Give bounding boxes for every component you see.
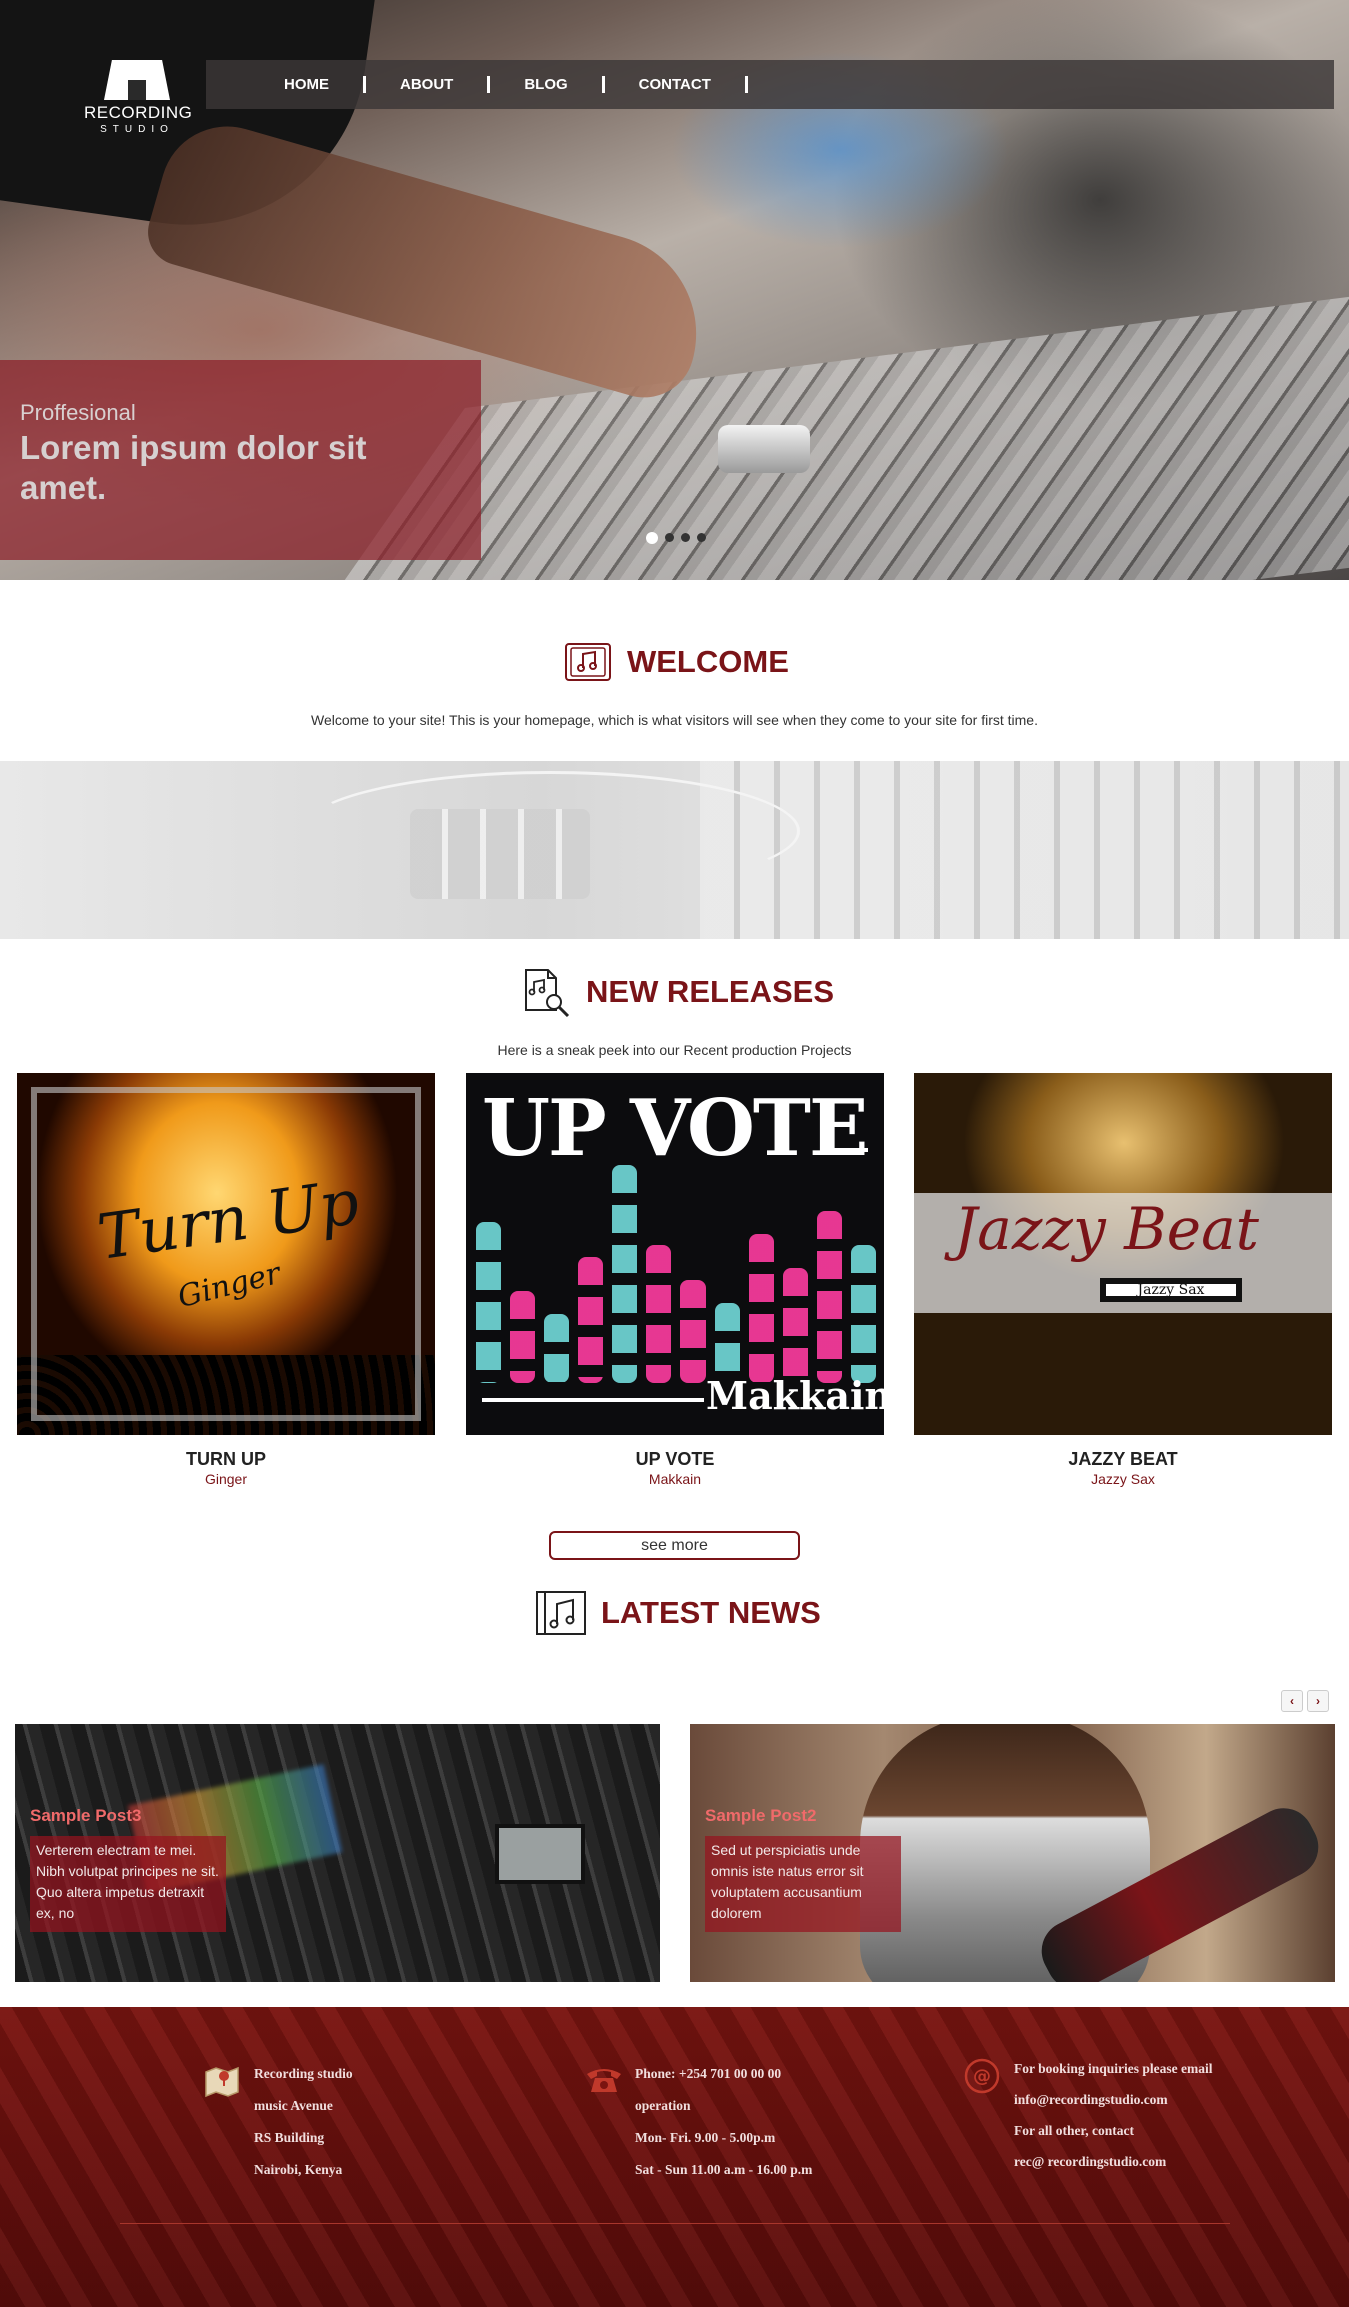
news-carousel-controls: ‹ › — [1281, 1690, 1329, 1712]
slider-dot-2[interactable] — [665, 533, 674, 542]
welcome-text: Welcome to your site! This is your homep… — [311, 712, 1038, 728]
hero-slider: RECORDING STUDIO HOME ABOUT BLOG CONTACT… — [0, 0, 1349, 580]
address-line-2: music Avenue — [254, 2098, 333, 2113]
contact-line-2: For all other, contact — [1014, 2123, 1134, 2138]
contact-email-2[interactable]: rec@ recordingstudio.com — [1014, 2151, 1224, 2173]
address-line-1: Recording studio — [254, 2066, 353, 2081]
news-title: LATEST NEWS — [601, 1595, 821, 1630]
phone-line-4: Sat - Sun 11.00 a.m - 16.00 p.m — [635, 2162, 813, 2177]
cover-artist-tag: Jazzy Sax — [1100, 1278, 1242, 1302]
post-console-screen — [495, 1824, 585, 1884]
contact-line-1: For booking inquiries please email — [1014, 2061, 1213, 2076]
contact-email-1[interactable]: info@recordingstudio.com — [1014, 2089, 1224, 2111]
news-post[interactable]: Sample Post2 Sed ut perspiciatis unde om… — [690, 1724, 1335, 1982]
phone-line-1: Phone: +254 701 00 00 00 — [635, 2066, 782, 2081]
nav-separator — [487, 76, 491, 93]
map-icon — [205, 2066, 239, 2098]
release-card[interactable]: Turn Up Ginger TURN UP Ginger — [17, 1073, 435, 1487]
slider-dot-1[interactable] — [646, 532, 658, 544]
cover-artist: Makkain — [706, 1373, 884, 1418]
nav-separator — [363, 76, 366, 93]
cover-equalizer-bars — [476, 1153, 876, 1383]
logo-name-line1: RECORDING — [84, 103, 193, 122]
slider-dots — [646, 532, 706, 544]
hero-caption: Proffesional Lorem ipsum dolor sit amet. — [0, 360, 481, 560]
cover-headline: UP VOTE — [482, 1083, 868, 1174]
release-card[interactable]: Jazzy Beat Jazzy Sax JAZZY BEAT Jazzy Sa… — [914, 1073, 1332, 1487]
logo-name-line2: STUDIO — [100, 124, 174, 135]
release-cover-jazzy-beat[interactable]: Jazzy Beat Jazzy Sax — [914, 1073, 1332, 1435]
footer-phone: Phone: +254 701 00 00 00 operation Mon- … — [587, 2058, 813, 2186]
nav-blog[interactable]: BLOG — [524, 76, 567, 93]
footer-address: Recording studio music Avenue RS Buildin… — [205, 2058, 353, 2186]
post-excerpt: Verterem electram te mei. Nibh volutpat … — [30, 1836, 226, 1932]
footer-divider — [120, 2223, 1230, 2224]
post-excerpt: Sed ut perspiciatis unde omnis iste natu… — [705, 1836, 901, 1932]
site-footer: Recording studio music Avenue RS Buildin… — [0, 2007, 1349, 2307]
music-file-search-icon — [525, 969, 570, 1018]
main-nav: HOME ABOUT BLOG CONTACT — [206, 60, 1334, 109]
nav-separator — [601, 76, 605, 93]
prev-arrow-icon[interactable]: ‹ — [1281, 1690, 1303, 1712]
nav-about[interactable]: ABOUT — [400, 76, 453, 93]
telephone-icon — [587, 2069, 621, 2092]
news-post[interactable]: Sample Post3 Verterem electram te mei. N… — [15, 1724, 660, 1982]
cover-headline-rule — [826, 1148, 868, 1152]
release-cover-turn-up[interactable]: Turn Up Ginger — [17, 1073, 435, 1435]
release-artist: Ginger — [204, 1471, 248, 1487]
slider-dot-3[interactable] — [681, 533, 690, 542]
post-title[interactable]: Sample Post2 — [705, 1806, 817, 1826]
welcome-title: WELCOME — [627, 644, 789, 679]
release-name: UP VOTE — [635, 1449, 715, 1469]
release-card[interactable]: UP VOTE Makkain UP VOTE Makkain — [466, 1073, 884, 1487]
release-cover-up-vote[interactable]: UP VOTE Makkain — [466, 1073, 884, 1435]
nav-home[interactable]: HOME — [284, 76, 329, 93]
site-logo[interactable]: RECORDING STUDIO — [84, 60, 193, 135]
hero-kicker: Proffesional — [20, 400, 136, 425]
band-keys-shape — [700, 761, 1349, 939]
cover-bottom-rule — [482, 1398, 704, 1402]
phone-line-2: operation — [635, 2098, 691, 2113]
releases-heading: NEW RELEASES — [520, 966, 834, 1018]
news-heading: LATEST NEWS — [535, 1590, 821, 1636]
footer-contact: @ For booking inquiries please email inf… — [964, 2058, 1224, 2182]
svg-text:@: @ — [973, 2066, 991, 2087]
releases-subtitle: Here is a sneak peek into our Recent pro… — [497, 1042, 852, 1058]
studio-band-image — [0, 761, 1349, 939]
phone-line-3: Mon- Fri. 9.00 - 5.00p.m — [635, 2130, 776, 2145]
address-line-4: Nairobi, Kenya — [254, 2162, 343, 2177]
nav-separator — [744, 76, 748, 93]
post-title[interactable]: Sample Post3 — [30, 1806, 142, 1826]
cover-title-script: Jazzy Beat — [954, 1195, 1259, 1263]
welcome-heading: WELCOME — [563, 640, 789, 684]
release-artist: Makkain — [648, 1471, 702, 1487]
nav-contact[interactable]: CONTACT — [639, 76, 711, 93]
band-cable-shape — [300, 771, 800, 891]
release-artist: Jazzy Sax — [1091, 1471, 1155, 1487]
music-note-book-icon — [536, 1591, 586, 1635]
release-name: JAZZY BEAT — [1068, 1449, 1178, 1469]
address-line-3: RS Building — [254, 2130, 325, 2145]
at-sign-icon: @ — [964, 2058, 1000, 2094]
slider-dot-4[interactable] — [697, 533, 706, 542]
releases-title: NEW RELEASES — [586, 974, 835, 1009]
release-name: TURN UP — [186, 1449, 266, 1469]
fader-knob-shape — [718, 425, 810, 473]
hero-headline: Lorem ipsum dolor sit amet. — [20, 429, 367, 506]
studio-logo-icon — [104, 60, 170, 100]
see-more-button[interactable]: see more — [549, 1531, 800, 1560]
next-arrow-icon[interactable]: › — [1307, 1690, 1329, 1712]
music-book-icon — [565, 643, 611, 681]
